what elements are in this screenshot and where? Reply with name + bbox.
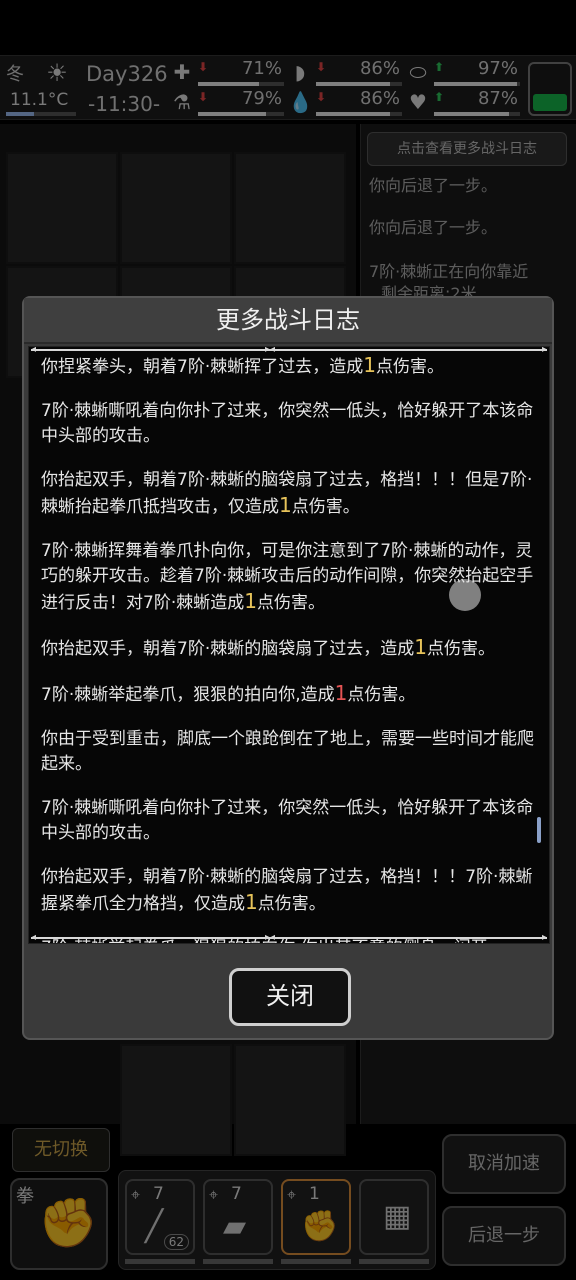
battle-log-dialog: 更多战斗日志 ◂ ▸◂ ▸ 你捏紧拳头，朝着7阶·棘蜥挥了过去，造成1点伤害。 7阶·… bbox=[22, 296, 554, 1040]
damage-number: 1 bbox=[334, 681, 348, 705]
log-text: 7阶·棘蜥嘶吼着向你扑了过来，你突然一低头，恰好躲开了本该命中头部的攻击。 bbox=[41, 798, 534, 843]
log-text: 点伤害。 bbox=[256, 593, 325, 613]
close-button[interactable]: 关闭 bbox=[229, 968, 351, 1026]
scrollbar-thumb[interactable] bbox=[537, 817, 541, 843]
log-text: 点伤害。 bbox=[291, 497, 360, 517]
damage-number: 1 bbox=[245, 890, 258, 914]
log-text: 点伤害。 bbox=[347, 685, 416, 705]
log-entry: 你捏紧拳头，朝着7阶·棘蜥挥了过去，造成1点伤害。 bbox=[41, 353, 545, 380]
damage-number: 1 bbox=[363, 353, 376, 377]
damage-number: 1 bbox=[244, 589, 257, 613]
damage-number: 1 bbox=[279, 493, 292, 517]
log-text: 你捏紧拳头，朝着7阶·棘蜥挥了过去，造成 bbox=[41, 357, 364, 377]
log-entry: 你抬起双手，朝着7阶·棘蜥的脑袋扇了过去，造成1点伤害。 bbox=[41, 635, 545, 662]
log-entry-list: 你捏紧拳头，朝着7阶·棘蜥挥了过去，造成1点伤害。 7阶·棘蜥嘶吼着向你扑了过来，… bbox=[41, 353, 545, 943]
log-entry: 7阶·棘蜥嘶吼着向你扑了过来，你突然一低头，恰好躲开了本该命中头部的攻击。 bbox=[41, 399, 545, 449]
log-entry: 你抬起双手，朝着7阶·棘蜥的脑袋扇了过去，格挡！！！7阶·棘蜥握紧拳爪全力格挡，… bbox=[41, 865, 545, 917]
log-entry: 你抬起双手，朝着7阶·棘蜥的脑袋扇了过去，格挡！！！但是7阶·棘蜥抬起拳爪抵挡攻… bbox=[41, 468, 545, 520]
log-text: 点伤害。 bbox=[375, 357, 444, 377]
log-text: 点伤害。 bbox=[426, 639, 495, 659]
log-entry: 7阶·棘蜥嘶吼着向你扑了过来，你突然一低头，恰好躲开了本该命中头部的攻击。 bbox=[41, 796, 545, 846]
touch-indicator bbox=[449, 579, 481, 611]
battle-log-scroll[interactable]: ◂ ▸◂ ▸ 你捏紧拳头，朝着7阶·棘蜥挥了过去，造成1点伤害。 7阶·棘蜥嘶吼着向你… bbox=[28, 346, 550, 944]
log-text: 你由于受到重击，脚底一个踉跄倒在了地上，需要一些时间才能爬起来。 bbox=[41, 729, 534, 774]
log-text: 7阶·棘蜥嘶吼着向你扑了过来，你突然一低头，恰好躲开了本该命中头部的攻击。 bbox=[41, 401, 534, 446]
log-text: 你抬起双手，朝着7阶·棘蜥的脑袋扇了过去，造成 bbox=[41, 639, 415, 659]
log-entry: 7阶·棘蜥举起拳爪，狠狠的拍向你,造成1点伤害。 bbox=[41, 681, 545, 708]
log-text: 点伤害。 bbox=[257, 894, 326, 914]
bottom-divider: ◂ ▸◂ ▸ bbox=[31, 932, 547, 943]
log-entry: 你由于受到重击，脚底一个踉跄倒在了地上，需要一些时间才能爬起来。 bbox=[41, 727, 545, 777]
dialog-title: 更多战斗日志 bbox=[24, 298, 552, 344]
damage-number: 1 bbox=[414, 635, 427, 659]
log-text: 7阶·棘蜥举起拳爪，狠狠的拍向你,造成 bbox=[41, 685, 335, 705]
